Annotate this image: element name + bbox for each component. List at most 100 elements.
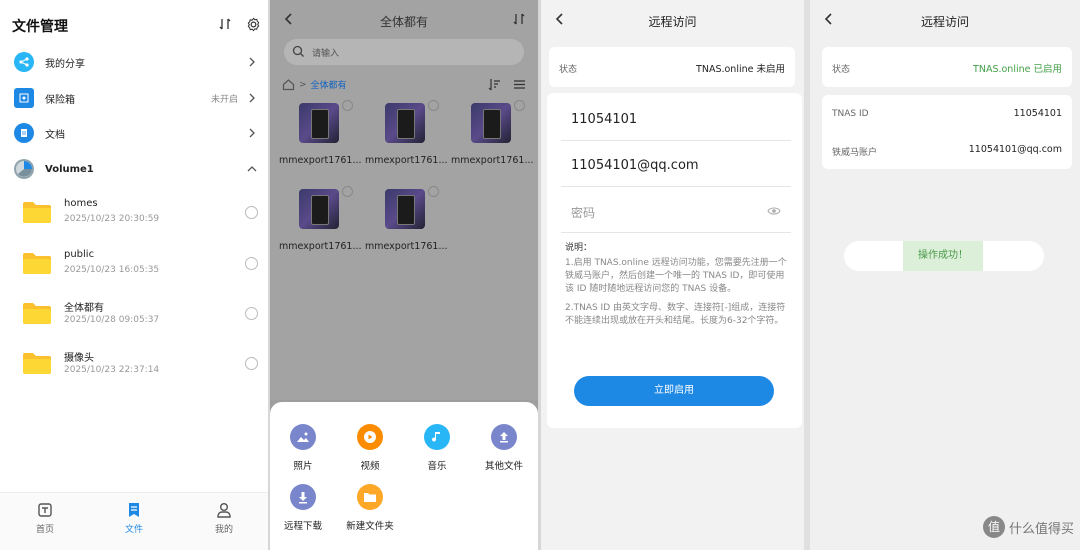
file-thumbnail[interactable]: mmexport1761...	[451, 98, 534, 178]
image-preview	[385, 103, 425, 143]
action-music[interactable]: 音乐	[404, 424, 470, 472]
folder-row[interactable]: 摄像头 2025/10/23 22:37:14	[0, 341, 268, 391]
volume-label: Volume1	[45, 163, 94, 175]
sort-icon[interactable]	[512, 12, 526, 26]
file-thumbnail[interactable]: mmexport1761...	[279, 184, 362, 264]
home-icon	[38, 503, 52, 517]
sort-icon[interactable]	[216, 15, 234, 33]
sort-order-icon[interactable]	[488, 78, 501, 91]
breadcrumb-current[interactable]: 全体都有	[311, 78, 347, 91]
status-value: TNAS.online 已启用	[973, 64, 1062, 75]
folder-row[interactable]: 全体都有 2025/10/28 09:05:37	[0, 291, 268, 341]
tab-home[interactable]: 首页	[15, 501, 75, 535]
pie-chart-icon	[14, 159, 34, 179]
file-thumbnail[interactable]: mmexport1761...	[279, 98, 362, 178]
tnas-id-label: TNAS ID	[832, 109, 869, 119]
page-title: 远程访问	[648, 15, 697, 29]
select-radio[interactable]	[514, 100, 525, 111]
enable-now-button[interactable]: 立即启用	[574, 376, 774, 406]
video-icon	[357, 424, 383, 450]
folder-name: 全体都有	[64, 303, 104, 314]
tab-label: 我的	[214, 525, 233, 535]
select-radio[interactable]	[245, 307, 258, 320]
action-new-folder[interactable]: 新建文件夹	[337, 484, 403, 532]
chevron-right-icon	[249, 128, 255, 138]
page-title: 文件管理	[12, 19, 68, 35]
folder-icon	[23, 202, 51, 223]
search-icon	[292, 45, 304, 57]
search-input[interactable]: 请输入	[284, 39, 524, 65]
file-icon	[129, 503, 139, 517]
select-radio[interactable]	[342, 100, 353, 111]
folder-row[interactable]: homes 2025/10/23 20:30:59	[0, 190, 268, 240]
list-view-icon[interactable]	[513, 78, 526, 91]
menu-item-safe-box[interactable]: 保险箱 未开启	[0, 80, 268, 116]
menu-item-documents[interactable]: 文档	[0, 115, 268, 151]
gear-icon[interactable]	[244, 15, 262, 33]
breadcrumb: > 全体都有	[282, 78, 347, 91]
search-placeholder: 请输入	[312, 49, 340, 59]
tnas-id-field[interactable]: 11054101	[561, 97, 791, 141]
new-folder-icon	[357, 484, 383, 510]
folder-icon	[23, 253, 51, 274]
folder-name: public	[64, 249, 95, 260]
account-value: 11054101@qq.com	[571, 158, 699, 173]
tab-files[interactable]: 文件	[104, 501, 164, 535]
folder-date: 2025/10/23 22:37:14	[64, 365, 160, 375]
tnas-id-value: 11054101	[1013, 108, 1062, 119]
file-thumbnail[interactable]: mmexport1761...	[365, 98, 448, 178]
home-icon[interactable]	[282, 78, 295, 91]
select-radio[interactable]	[428, 186, 439, 197]
account-info-card: TNAS ID 11054101 铁威马账户 11054101@qq.com	[822, 95, 1072, 169]
action-video[interactable]: 视频	[337, 424, 403, 472]
watermark-logo: 值	[982, 516, 1005, 538]
page-title: 全体都有	[379, 15, 428, 29]
menu-label: 我的分享	[45, 58, 85, 70]
select-radio[interactable]	[245, 257, 258, 270]
select-radio[interactable]	[428, 100, 439, 111]
status-label: 状态	[832, 65, 851, 75]
action-photo[interactable]: 照片	[270, 424, 336, 472]
action-label: 音乐	[427, 461, 447, 472]
watermark-text: 什么值得买	[1008, 521, 1074, 537]
folder-name: homes	[64, 198, 98, 209]
folder-date: 2025/10/28 09:05:37	[64, 315, 160, 325]
menu-item-my-share[interactable]: 我的分享	[0, 44, 268, 80]
upload-icon	[491, 424, 517, 450]
status-label: 状态	[559, 65, 578, 75]
folder-view-screen: 全体都有 请输入 > 全体都有 mmexport1761... mmexport…	[270, 0, 538, 550]
download-icon	[290, 484, 316, 510]
account-label: 铁威马账户	[832, 148, 878, 158]
folder-row[interactable]: public 2025/10/23 16:05:35	[0, 241, 268, 291]
menu-label: 保险箱	[45, 94, 75, 106]
tab-mine[interactable]: 我的	[194, 501, 254, 535]
document-icon	[14, 123, 34, 143]
select-radio[interactable]	[245, 206, 258, 219]
share-icon	[14, 52, 34, 72]
file-name: mmexport1761...	[279, 241, 362, 252]
action-sheet: 照片 视频 音乐 其他文件 远程下载 新建文件夹	[270, 402, 538, 550]
select-radio[interactable]	[342, 186, 353, 197]
file-manager-screen: 文件管理 我的分享 保险箱 未开启 文档 Volume1 homes 2025/…	[0, 0, 268, 550]
eye-icon[interactable]	[767, 206, 781, 216]
folder-icon	[23, 303, 51, 324]
file-name: mmexport1761...	[365, 241, 448, 252]
account-field[interactable]: 11054101@qq.com	[561, 143, 791, 187]
image-preview	[299, 103, 339, 143]
action-label: 其他文件	[484, 461, 523, 472]
file-name: mmexport1761...	[279, 155, 362, 166]
password-field[interactable]: 密码	[561, 189, 791, 233]
file-name: mmexport1761...	[365, 155, 448, 166]
status-value: TNAS.online 未启用	[696, 64, 785, 75]
action-label: 新建文件夹	[346, 521, 394, 532]
action-remote-download[interactable]: 远程下载	[270, 484, 336, 532]
action-other-files[interactable]: 其他文件	[471, 424, 537, 472]
select-radio[interactable]	[245, 357, 258, 370]
folder-date: 2025/10/23 16:05:35	[64, 265, 160, 275]
file-thumbnail[interactable]: mmexport1761...	[365, 184, 448, 264]
note-title: 说明：	[565, 243, 593, 253]
action-label: 视频	[360, 461, 380, 472]
volume-row[interactable]: Volume1	[0, 151, 268, 187]
status-card: 状态 TNAS.online 已启用	[822, 47, 1072, 87]
watermark: 值 什么值得买	[982, 516, 1074, 538]
